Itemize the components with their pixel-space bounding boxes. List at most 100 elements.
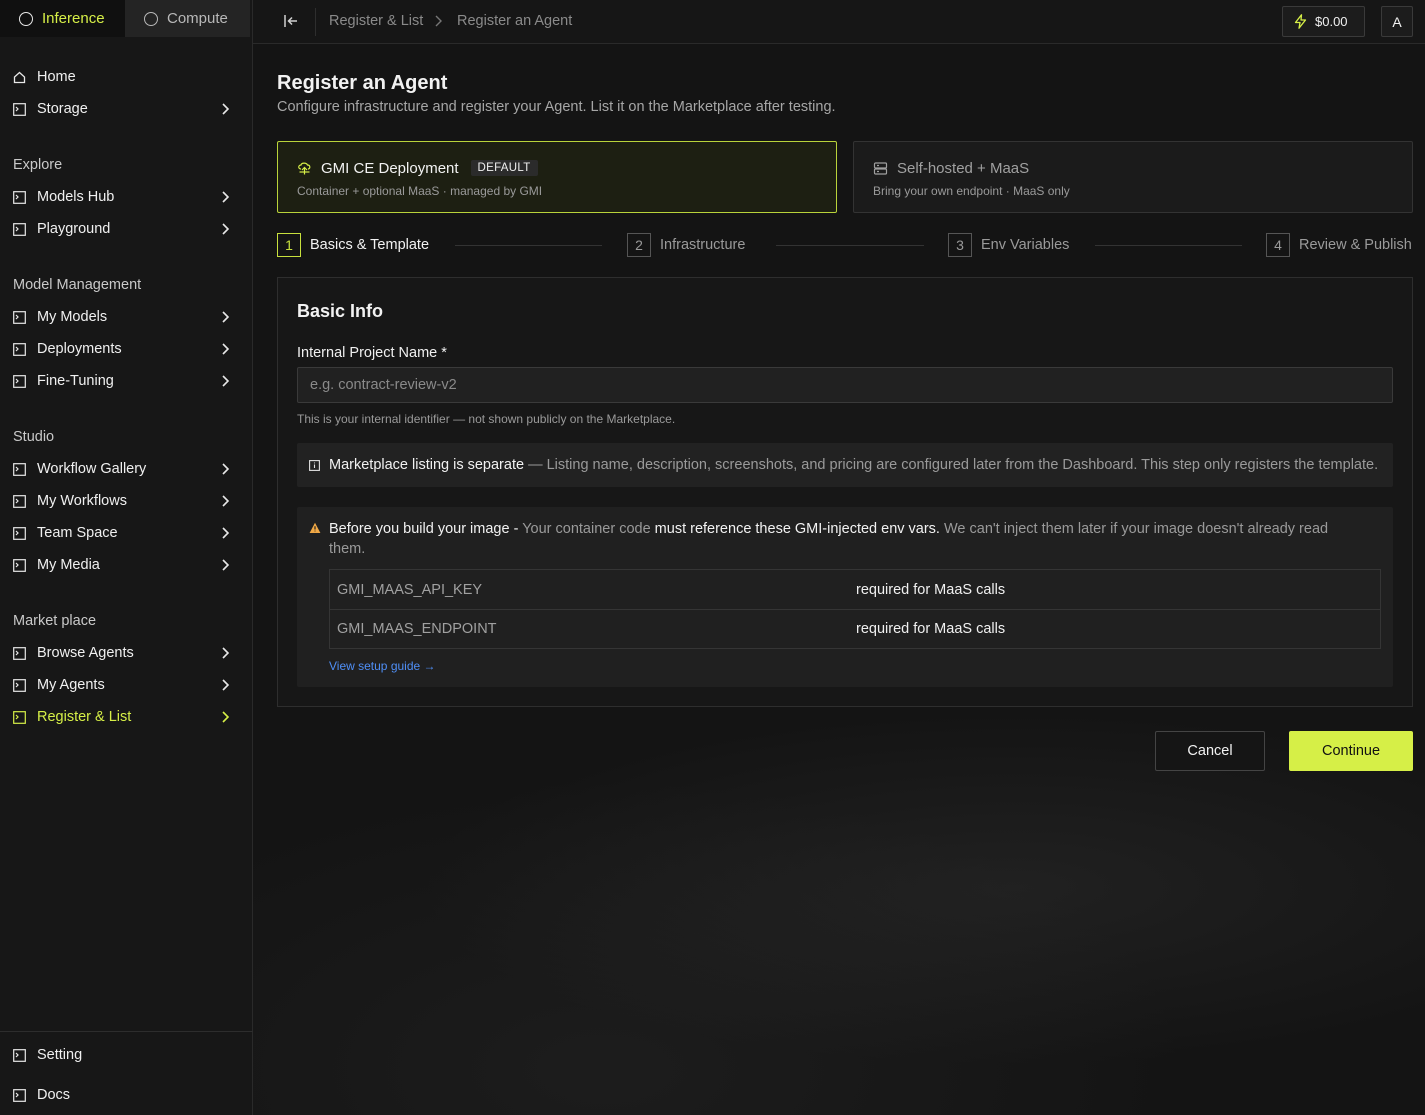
sidebar-item-deployments[interactable]: Deployments bbox=[13, 337, 238, 361]
project-name-label: Internal Project Name * bbox=[297, 345, 447, 361]
step-connector bbox=[455, 245, 602, 246]
warning-callout: Before you build your image - Your conta… bbox=[297, 507, 1393, 687]
collapse-sidebar-icon[interactable] bbox=[281, 11, 301, 31]
terminal-icon bbox=[13, 102, 26, 116]
sidebar-item-label: My Media bbox=[37, 557, 100, 573]
tab-compute[interactable]: Compute bbox=[125, 0, 250, 37]
terminal-icon bbox=[13, 710, 26, 724]
mode-tabs: Inference Compute bbox=[0, 0, 252, 37]
sidebar-item-label: Models Hub bbox=[37, 189, 115, 205]
page-subtitle: Configure infrastructure and register yo… bbox=[277, 99, 836, 115]
sidebar-item-my-agents[interactable]: My Agents bbox=[13, 673, 238, 697]
option-description: Container + optional MaaS · managed by G… bbox=[297, 184, 543, 198]
sidebar-item-my-media[interactable]: My Media bbox=[13, 553, 238, 577]
chevron-right-icon bbox=[222, 647, 230, 659]
env-var-note: required for MaaS calls bbox=[856, 621, 1006, 637]
chevron-right-icon bbox=[222, 711, 230, 723]
sidebar-item-label: Fine-Tuning bbox=[37, 373, 114, 389]
env-var-note: required for MaaS calls bbox=[856, 581, 1006, 598]
env-var-name: GMI_MAAS_API_KEY bbox=[337, 581, 483, 598]
terminal-icon bbox=[13, 222, 26, 236]
sidebar-item-register-list[interactable]: Register & List bbox=[13, 705, 238, 729]
table-row: GMI_MAAS_API_KEY required for MaaS calls bbox=[330, 570, 1380, 609]
sidebar-divider bbox=[0, 1031, 253, 1032]
env-vars-table: GMI_MAAS_API_KEY required for MaaS calls… bbox=[329, 569, 1381, 649]
main-content: Register an Agent Configure infrastructu… bbox=[253, 45, 1425, 1115]
tab-compute-label: Compute bbox=[167, 10, 228, 27]
option-title: Self-hosted + MaaS bbox=[897, 159, 1030, 177]
option-self-hosted-maas[interactable]: Self-hosted + MaaS Bring your own endpoi… bbox=[853, 141, 1413, 213]
terminal-icon bbox=[13, 678, 26, 692]
step-label: Basics & Template bbox=[310, 237, 430, 253]
chevron-right-icon bbox=[435, 15, 442, 27]
step-label: Review & Publish bbox=[1299, 237, 1412, 253]
terminal-icon bbox=[13, 1048, 26, 1062]
section-title: Basic Info bbox=[297, 301, 384, 321]
info-icon bbox=[309, 459, 320, 471]
section-label-studio: Studio bbox=[13, 429, 55, 445]
sidebar-item-label: Home bbox=[37, 69, 76, 85]
step-label: Infrastructure bbox=[660, 237, 746, 253]
continue-button[interactable]: Continue bbox=[1289, 731, 1413, 771]
sidebar-item-team-space[interactable]: Team Space bbox=[13, 521, 238, 545]
sidebar-item-my-workflows[interactable]: My Workflows bbox=[13, 489, 238, 513]
sidebar-item-label: Playground bbox=[37, 221, 111, 237]
step-connector bbox=[1095, 245, 1242, 246]
sidebar-item-browse-agents[interactable]: Browse Agents bbox=[13, 641, 238, 665]
terminal-icon bbox=[13, 342, 26, 356]
sidebar-item-label: Docs bbox=[37, 1087, 71, 1103]
sidebar-item-storage[interactable]: Storage bbox=[13, 97, 238, 121]
balance-button[interactable]: $0.00 bbox=[1282, 6, 1365, 37]
step-number: 3 bbox=[948, 233, 972, 257]
chevron-right-icon bbox=[222, 463, 230, 475]
terminal-icon bbox=[13, 310, 26, 324]
sidebar-item-workflow-gallery[interactable]: Workflow Gallery bbox=[13, 457, 238, 481]
step-review-publish[interactable]: 4 Review & Publish bbox=[1266, 233, 1412, 257]
tab-inference[interactable]: Inference bbox=[0, 0, 125, 37]
circle-icon bbox=[19, 11, 33, 26]
balance-value: $0.00 bbox=[1315, 14, 1348, 29]
sidebar-item-home[interactable]: Home bbox=[13, 65, 238, 89]
sidebar-item-label: Workflow Gallery bbox=[37, 461, 147, 477]
project-name-input[interactable] bbox=[297, 367, 1393, 403]
step-number: 1 bbox=[277, 233, 301, 257]
avatar[interactable]: A bbox=[1381, 6, 1413, 37]
option-description: Bring your own endpoint · MaaS only bbox=[873, 184, 1070, 198]
step-infrastructure[interactable]: 2 Infrastructure bbox=[627, 233, 745, 257]
sidebar-item-models-hub[interactable]: Models Hub bbox=[13, 185, 238, 209]
sidebar-item-my-models[interactable]: My Models bbox=[13, 305, 238, 329]
sidebar-item-label: My Agents bbox=[37, 677, 105, 693]
chevron-right-icon bbox=[222, 375, 230, 387]
section-label-marketplace: Market place bbox=[13, 613, 97, 629]
sidebar: Inference Compute Home Storage Explore M… bbox=[0, 0, 253, 1115]
sidebar-item-setting[interactable]: Setting bbox=[13, 1043, 238, 1067]
step-basics-template[interactable]: 1 Basics & Template bbox=[277, 233, 429, 257]
sidebar-item-playground[interactable]: Playground bbox=[13, 217, 238, 241]
chevron-right-icon bbox=[222, 311, 230, 323]
option-title: GMI CE Deployment bbox=[321, 159, 459, 177]
breadcrumb-current: Register an Agent bbox=[457, 13, 573, 29]
step-env-variables[interactable]: 3 Env Variables bbox=[948, 233, 1069, 257]
chevron-right-icon bbox=[222, 103, 230, 115]
terminal-icon bbox=[13, 374, 26, 388]
chevron-right-icon bbox=[222, 343, 230, 355]
sidebar-item-label: Team Space bbox=[37, 525, 118, 541]
info-text: — Listing name, description, screenshots… bbox=[524, 457, 1379, 473]
server-icon bbox=[873, 161, 888, 175]
terminal-icon bbox=[13, 1088, 26, 1102]
cancel-button[interactable]: Cancel bbox=[1155, 731, 1265, 771]
sidebar-item-label: My Workflows bbox=[37, 493, 127, 509]
chevron-right-icon bbox=[222, 559, 230, 571]
breadcrumb-register-list[interactable]: Register & List bbox=[329, 13, 423, 29]
option-gmi-ce-deployment[interactable]: GMI CE Deployment DEFAULT Container + op… bbox=[277, 141, 837, 213]
step-label: Env Variables bbox=[981, 237, 1070, 253]
home-icon bbox=[13, 71, 26, 84]
sidebar-item-fine-tuning[interactable]: Fine-Tuning bbox=[13, 369, 238, 393]
step-number: 4 bbox=[1266, 233, 1290, 257]
setup-guide-link[interactable]: View setup guide → bbox=[329, 659, 436, 673]
terminal-icon bbox=[13, 494, 26, 508]
env-var-name: GMI_MAAS_ENDPOINT bbox=[337, 621, 497, 637]
sidebar-item-docs[interactable]: Docs bbox=[13, 1083, 238, 1107]
section-label-explore: Explore bbox=[13, 157, 63, 173]
terminal-icon bbox=[13, 190, 26, 204]
